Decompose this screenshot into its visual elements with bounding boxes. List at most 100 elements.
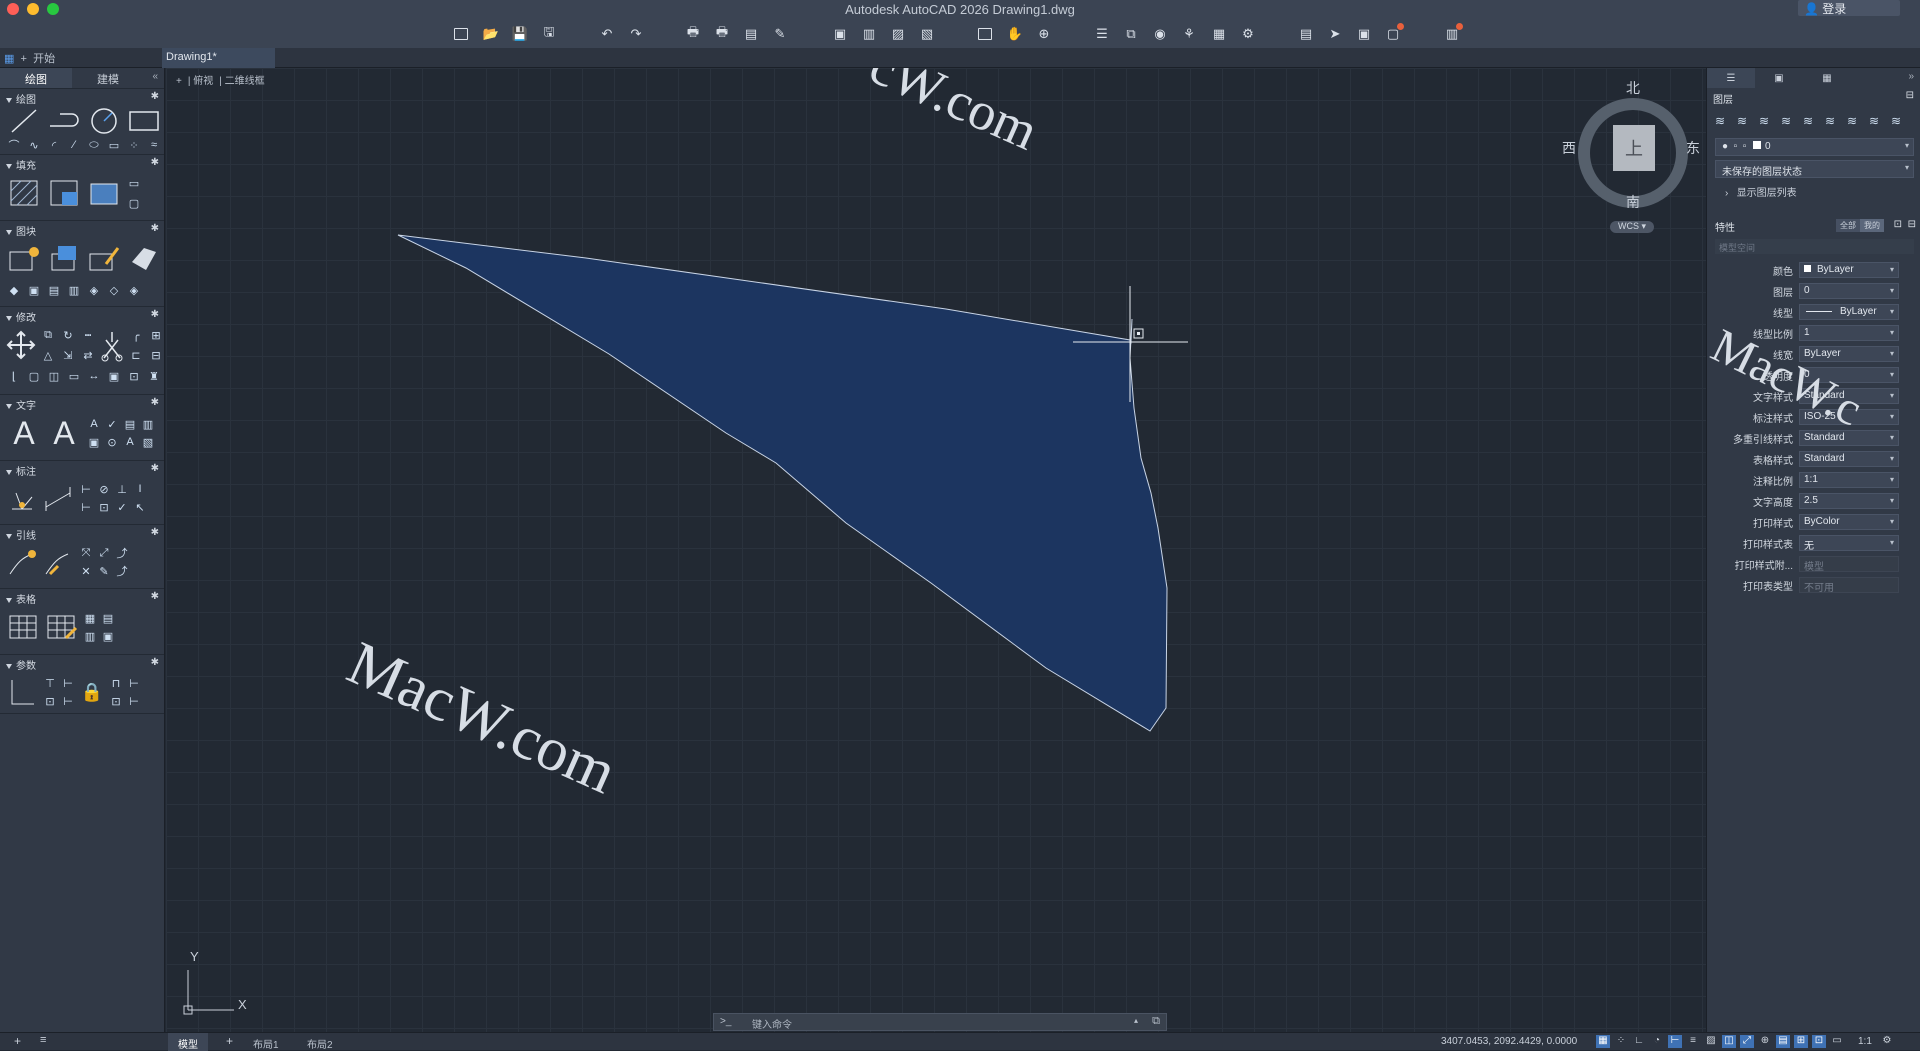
polar-toggle-icon[interactable]: ◔ xyxy=(1650,1035,1664,1048)
gear-icon[interactable]: ✱ xyxy=(151,157,159,168)
line-tool-icon[interactable] xyxy=(6,106,42,136)
polyline-tool-icon[interactable] xyxy=(46,106,82,136)
new-layer-icon[interactable]: ≋ xyxy=(1737,114,1754,128)
properties-panel-icon[interactable]: ⊟ xyxy=(1908,219,1916,230)
layer-freeze-icon[interactable]: ≋ xyxy=(1759,114,1776,128)
compass-south[interactable]: 南 xyxy=(1626,192,1640,212)
tab-model[interactable]: 模型 xyxy=(168,1033,208,1051)
block-save-icon[interactable]: ◇ xyxy=(106,282,122,298)
single-line-text-icon[interactable]: A xyxy=(46,415,82,452)
dim-diameter-icon[interactable]: ⊘ xyxy=(96,481,112,497)
tab-table-icon[interactable]: ▦ xyxy=(1803,68,1851,88)
raster-icon[interactable]: ▧ xyxy=(918,25,936,43)
gear-icon[interactable]: ✱ xyxy=(151,591,159,602)
dim-aligned-icon[interactable]: ⊢ xyxy=(78,481,94,497)
page-setup-icon[interactable]: ✎ xyxy=(771,25,789,43)
leader-remove-icon[interactable]: ✕ xyxy=(78,563,94,579)
multiline-text-icon[interactable]: A xyxy=(6,415,42,452)
gear-icon[interactable]: ✱ xyxy=(151,309,159,320)
layer-off-icon[interactable]: ≋ xyxy=(1781,114,1798,128)
data-link-icon[interactable]: ▤ xyxy=(100,610,116,626)
isodraft-toggle-icon[interactable]: ⊢ xyxy=(1668,1035,1682,1048)
insert-block-icon[interactable] xyxy=(6,242,42,276)
leader-style-icon[interactable]: ⤴ xyxy=(114,545,130,561)
sheet-set-icon[interactable]: ⚙ xyxy=(1239,25,1257,43)
break-icon[interactable]: ◫ xyxy=(46,368,62,384)
section-header[interactable]: 引线 xyxy=(0,525,164,542)
match-properties-icon[interactable]: ⧉ xyxy=(1122,25,1140,43)
image-icon[interactable]: ▨ xyxy=(889,25,907,43)
3d-osnap-icon[interactable]: ⊕ xyxy=(1758,1035,1772,1048)
text-scale-icon[interactable]: A xyxy=(122,434,138,450)
hatch-icon[interactable] xyxy=(6,176,42,210)
osnap-tracking-icon[interactable]: ≡ xyxy=(1686,1035,1700,1048)
join-icon[interactable]: ▭ xyxy=(66,368,82,384)
publish-icon[interactable]: ▤ xyxy=(742,25,760,43)
copy-icon[interactable]: ⧉ xyxy=(40,327,56,343)
block-edit-icon[interactable]: ▥ xyxy=(66,282,82,298)
block-ref-icon[interactable]: ▤ xyxy=(46,282,62,298)
layer-state-select[interactable]: 未保存的图层状态 ▾ xyxy=(1715,160,1914,178)
selection-cycling-icon[interactable]: ⤢ xyxy=(1740,1035,1754,1048)
block-sync-icon[interactable]: ◈ xyxy=(86,282,102,298)
gear-icon[interactable]: ✱ xyxy=(151,463,159,474)
dim-linear-icon[interactable] xyxy=(42,483,74,513)
tab-layers-icon[interactable]: ☰ xyxy=(1707,68,1755,88)
command-tools-icon[interactable]: ⧉ xyxy=(1152,1015,1160,1028)
tab-draw[interactable]: 绘图 xyxy=(0,68,72,88)
ray-icon[interactable]: ⁄ xyxy=(66,137,82,153)
wcs-menu[interactable]: WCS ▾ xyxy=(1610,221,1654,233)
section-header[interactable]: 文字 xyxy=(0,395,164,412)
text-find-icon[interactable]: ⊙ xyxy=(104,434,120,450)
property-value[interactable]: 2.5 ▾ xyxy=(1799,493,1899,509)
properties-icon[interactable]: ☰ xyxy=(1093,25,1111,43)
hide-constraint-icon[interactable]: ⊢ xyxy=(60,693,76,709)
expand-panel-icon[interactable]: » xyxy=(1908,68,1920,88)
property-value[interactable]: 0 ▾ xyxy=(1799,283,1899,299)
spline-icon[interactable]: ∿ xyxy=(26,137,42,153)
show-constraint-icon[interactable]: ⊡ xyxy=(42,693,58,709)
compass-east[interactable]: 东 xyxy=(1686,138,1700,158)
leader-edit-icon[interactable]: ✎ xyxy=(96,563,112,579)
property-value[interactable]: Standard ▾ xyxy=(1799,451,1899,467)
text-align-icon[interactable]: ▣ xyxy=(86,434,102,450)
autoscale-icon[interactable]: ⊡ xyxy=(1812,1035,1826,1048)
dim-arc-icon[interactable]: ⊡ xyxy=(96,499,112,515)
new-layout-icon[interactable]: + xyxy=(226,1034,233,1048)
filter-all[interactable]: 全部 xyxy=(1836,219,1860,232)
auto-constrain-icon[interactable] xyxy=(6,676,38,708)
layer-panel-icon[interactable]: ⊟ xyxy=(1906,90,1914,101)
login-button[interactable]: 👤 登录 xyxy=(1798,0,1900,16)
layer-lock-icon[interactable]: ≋ xyxy=(1891,114,1908,128)
section-header[interactable]: 图块 xyxy=(0,221,164,238)
show-layer-list[interactable]: › 显示图层列表 xyxy=(1725,184,1920,199)
lock-icon[interactable]: 🔒 xyxy=(80,682,104,703)
workspace-icon[interactable]: ▭ xyxy=(1830,1035,1844,1048)
open-file-icon[interactable]: 📂 xyxy=(482,25,500,43)
boundary-icon[interactable] xyxy=(86,176,122,210)
section-header[interactable]: 标注 xyxy=(0,461,164,478)
attach-icon[interactable]: ▥ xyxy=(860,25,878,43)
section-header[interactable]: 表格 xyxy=(0,589,164,606)
explode-icon[interactable]: ▣ xyxy=(106,368,122,384)
table-export-icon[interactable]: ▣ xyxy=(100,628,116,644)
space-select[interactable]: 模型空间 xyxy=(1715,239,1914,254)
text-justify-icon[interactable]: ▧ xyxy=(140,434,156,450)
ellipse-arc-icon[interactable]: ◜ xyxy=(46,137,62,153)
region-icon[interactable]: ▭ xyxy=(126,175,142,191)
rotate-icon[interactable]: ↻ xyxy=(60,327,76,343)
chamfer-icon[interactable]: ⊏ xyxy=(128,347,144,363)
dim-ordinate-icon[interactable]: I xyxy=(132,481,148,497)
undo-icon[interactable]: ↶ xyxy=(598,25,616,43)
dim-continue-icon[interactable]: ⊢ xyxy=(78,499,94,515)
property-value[interactable]: ByColor ▾ xyxy=(1799,514,1899,530)
notification-icon[interactable]: ▢ xyxy=(1384,23,1404,43)
section-header[interactable]: 绘图 xyxy=(0,89,164,106)
divide-icon[interactable]: ⊡ xyxy=(126,368,142,384)
polygon-icon[interactable]: ▭ xyxy=(106,137,122,153)
design-center-icon[interactable]: ▦ xyxy=(1210,25,1228,43)
point-icon[interactable]: ⁘ xyxy=(126,137,142,153)
markup-icon[interactable]: ▤ xyxy=(1297,25,1315,43)
calculator-icon[interactable]: ▣ xyxy=(1355,25,1373,43)
command-input[interactable]: 键入命令 xyxy=(752,1016,792,1031)
